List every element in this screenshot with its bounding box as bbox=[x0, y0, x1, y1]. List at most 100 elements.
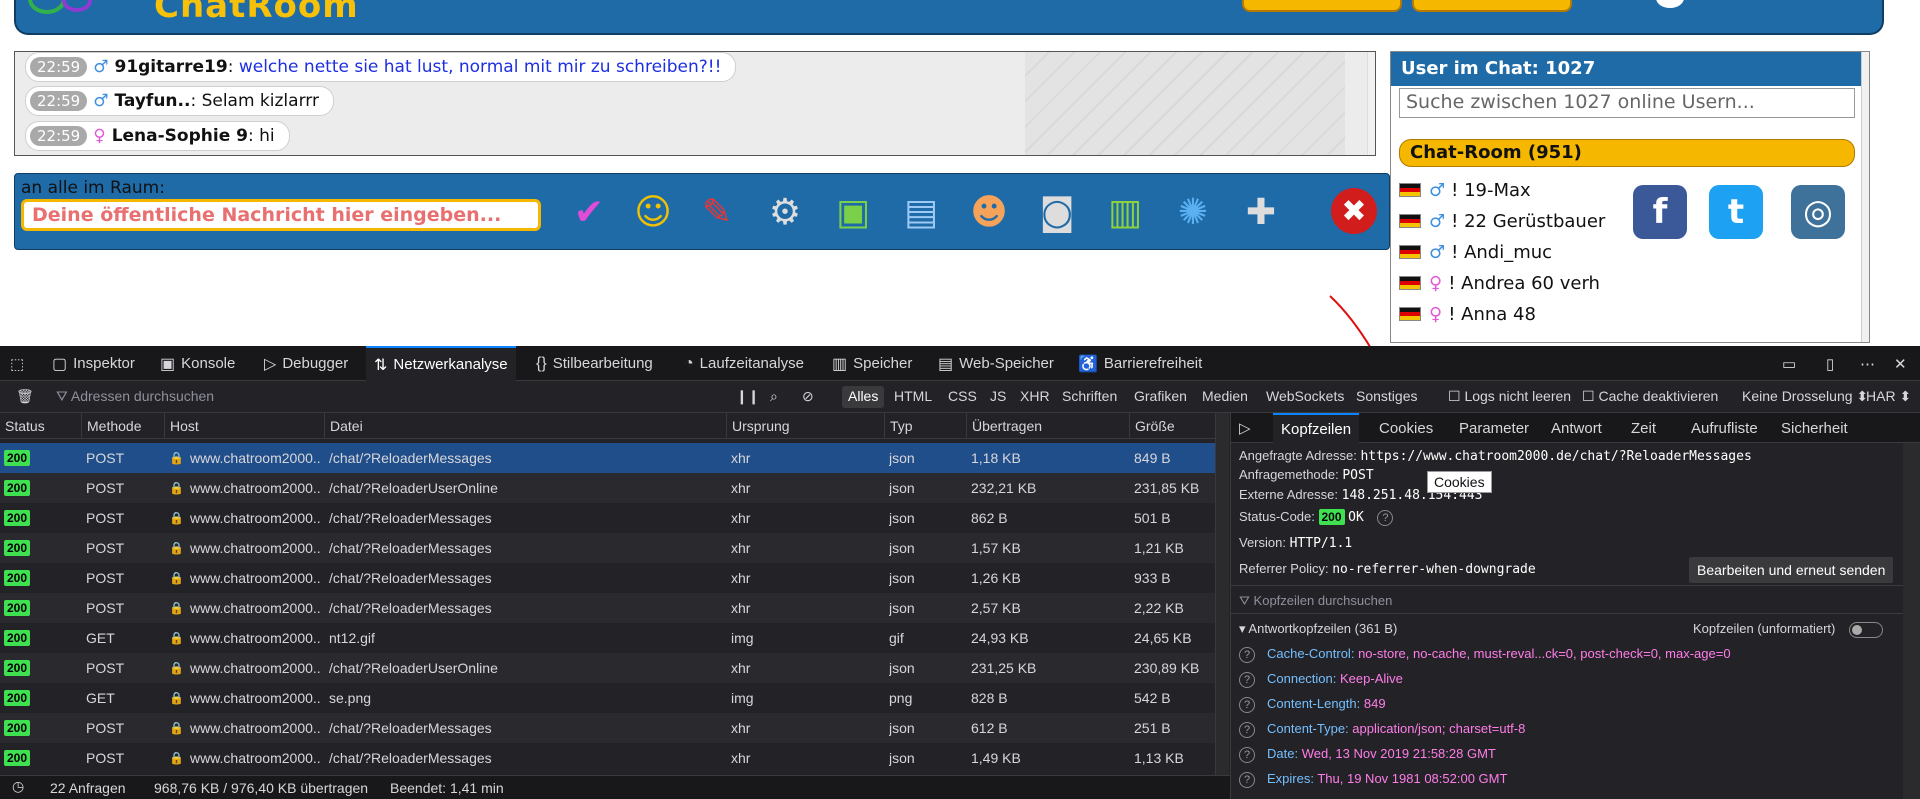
request-url[interactable]: https://www.chatroom2000.de/chat/?Reload… bbox=[1360, 449, 1751, 464]
filter-css[interactable]: CSS bbox=[942, 386, 983, 408]
help-icon[interactable]: ? bbox=[1239, 672, 1255, 688]
twitter-icon[interactable]: t bbox=[1709, 185, 1763, 239]
tab-headers[interactable]: Kopfzeilen bbox=[1273, 413, 1360, 443]
tab-debugger[interactable]: ▷ Debugger bbox=[264, 346, 348, 381]
facebook-icon[interactable]: f bbox=[1633, 185, 1687, 239]
help-icon[interactable]: ? bbox=[1239, 697, 1255, 713]
network-icon[interactable]: ✺ bbox=[1167, 188, 1219, 236]
message-input[interactable]: Deine öffentliche Nachricht hier eingebe… bbox=[21, 199, 541, 231]
help-icon[interactable]: ? bbox=[1377, 510, 1394, 526]
notes-icon[interactable]: ▤ bbox=[895, 188, 947, 236]
headers-filter-input[interactable]: ⛛ Kopfzeilen durchsuchen bbox=[1239, 593, 1392, 609]
table-row[interactable]: 200 POST 🔒 www.chatroom2000... /chat/?Reload… bbox=[0, 443, 1215, 473]
table-row[interactable]: 200 POST 🔒 www.chatroom2000... /chat/?Reload… bbox=[0, 533, 1215, 563]
url-filter-input[interactable]: ⛛ Adressen durchsuchen bbox=[50, 386, 710, 408]
user-list-item[interactable]: ♀! Andrea 60 verh bbox=[1399, 268, 1859, 298]
messages-scrollbar[interactable] bbox=[1367, 52, 1375, 155]
close-icon[interactable]: ✖ bbox=[1331, 188, 1377, 234]
tab-storage[interactable]: ▤ Web-Speicher bbox=[938, 346, 1054, 381]
filter-images[interactable]: Grafiken bbox=[1128, 386, 1193, 408]
friends-icon[interactable]: ☻ bbox=[963, 188, 1015, 236]
search-icon[interactable]: ⌕ bbox=[764, 386, 784, 408]
tab-timings[interactable]: Zeit bbox=[1631, 413, 1656, 443]
toggle-switch[interactable] bbox=[1848, 621, 1883, 638]
basket-icon[interactable]: ▥ bbox=[1099, 188, 1151, 236]
col-method[interactable]: Methode bbox=[82, 413, 165, 439]
more-icon[interactable]: ⋯ bbox=[1860, 346, 1875, 381]
col-size[interactable]: Größe bbox=[1130, 413, 1215, 439]
table-row[interactable]: 200 POST 🔒 www.chatroom2000... /chat/?Reload… bbox=[0, 713, 1215, 743]
block-icon[interactable]: ⊘ bbox=[796, 386, 820, 408]
page-scrollbar[interactable] bbox=[1870, 51, 1920, 343]
filter-all[interactable]: Alles bbox=[842, 386, 885, 408]
details-scrollbar[interactable] bbox=[1903, 443, 1920, 799]
message-nick[interactable]: 91gitarre19 bbox=[114, 57, 227, 77]
col-transferred[interactable]: Übertragen bbox=[967, 413, 1130, 439]
filter-js[interactable]: JS bbox=[984, 386, 1012, 408]
tab-cookies[interactable]: Cookies bbox=[1379, 413, 1433, 443]
userlist-scrollbar[interactable] bbox=[1861, 52, 1869, 342]
message-nick[interactable]: Tayfun.. bbox=[114, 91, 190, 111]
filter-xhr[interactable]: XHR bbox=[1014, 386, 1056, 408]
user-list-item[interactable]: ♀! Anna 48 bbox=[1399, 299, 1859, 329]
gear-icon[interactable]: ⚙ bbox=[759, 188, 811, 236]
col-type[interactable]: Typ bbox=[885, 413, 967, 439]
dock-icon[interactable]: ▯ bbox=[1826, 346, 1834, 381]
table-row[interactable]: 200 POST 🔒 www.chatroom2000... /chat/?Reload… bbox=[0, 743, 1215, 773]
table-scrollbar[interactable] bbox=[1215, 413, 1229, 775]
table-row[interactable]: 200 POST 🔒 www.chatroom2000... /chat/?Reload… bbox=[0, 653, 1215, 683]
header-button[interactable] bbox=[1242, 0, 1402, 12]
filter-media[interactable]: Medien bbox=[1196, 386, 1254, 408]
room-header[interactable]: Chat-Room (951) bbox=[1399, 139, 1855, 167]
col-file[interactable]: Datei bbox=[325, 413, 727, 439]
tab-console[interactable]: ▣ Konsole bbox=[160, 346, 235, 381]
col-origin[interactable]: Ursprung bbox=[727, 413, 885, 439]
filter-websockets[interactable]: WebSockets bbox=[1260, 386, 1350, 408]
edit-resend-button[interactable]: Bearbeiten und erneut senden bbox=[1689, 557, 1894, 583]
table-row[interactable]: 200 POST 🔒 www.chatroom2000... /chat/?Reload… bbox=[0, 563, 1215, 593]
table-row[interactable]: 200 GET 🔒 www.chatroom2000... se.png img png 82… bbox=[0, 683, 1215, 713]
persist-logs-checkbox[interactable]: ☐ Logs nicht leeren bbox=[1442, 386, 1577, 408]
profile-icon[interactable]: ▣ bbox=[827, 188, 879, 236]
help-icon[interactable]: ? bbox=[1239, 772, 1255, 788]
close-devtools-icon[interactable]: ✕ bbox=[1894, 346, 1907, 381]
tab-stack[interactable]: Aufrufliste bbox=[1691, 413, 1758, 443]
tab-response[interactable]: Antwort bbox=[1551, 413, 1602, 443]
instagram-icon[interactable]: ◎ bbox=[1791, 185, 1845, 239]
tab-accessibility[interactable]: ♿ Barrierefreiheit bbox=[1078, 346, 1202, 381]
user-list-item[interactable]: ♂! 19-Max bbox=[1399, 175, 1859, 205]
filter-fonts[interactable]: Schriften bbox=[1056, 386, 1123, 408]
filter-other[interactable]: Sonstiges bbox=[1350, 386, 1423, 408]
toggle-panel-icon[interactable]: ▷ bbox=[1239, 413, 1251, 443]
user-search-input[interactable]: Suche zwischen 1027 online Usern... bbox=[1399, 88, 1855, 118]
filter-html[interactable]: HTML bbox=[888, 386, 938, 408]
gamepad-icon[interactable]: ✚ bbox=[1235, 188, 1287, 236]
help-icon[interactable]: ? bbox=[1239, 647, 1255, 663]
response-headers-toggle[interactable]: ▾ Antwortkopfzeilen (361 B) bbox=[1239, 621, 1397, 637]
help-icon[interactable]: ? bbox=[1239, 747, 1255, 763]
tab-network[interactable]: ⇅ Netzwerkanalyse bbox=[366, 346, 516, 381]
header-button-secondary[interactable] bbox=[1412, 0, 1572, 12]
help-icon[interactable]: ? bbox=[1239, 722, 1255, 738]
table-row[interactable]: 200 POST 🔒 www.chatroom2000... /chat/?Reload… bbox=[0, 593, 1215, 623]
paint-icon[interactable]: ✎ bbox=[691, 188, 743, 236]
trash-icon[interactable]: 🗑 bbox=[10, 386, 40, 408]
table-row[interactable]: 200 POST 🔒 www.chatroom2000... /chat/?Reload… bbox=[0, 503, 1215, 533]
raw-headers-toggle[interactable]: Kopfzeilen (unformatiert) bbox=[1693, 621, 1883, 638]
tab-performance[interactable]: ◔ Laufzeitanalyse bbox=[684, 346, 804, 381]
checkmark-icon[interactable]: ✔ bbox=[563, 188, 615, 236]
camera-icon[interactable]: ◙ bbox=[1031, 188, 1083, 236]
tab-memory[interactable]: ▥ Speicher bbox=[832, 346, 912, 381]
user-list-item[interactable]: ♂! 22 Gerüstbauer bbox=[1399, 206, 1859, 236]
tab-params[interactable]: Parameter bbox=[1459, 413, 1529, 443]
element-picker-icon[interactable]: ⬚ bbox=[10, 346, 24, 381]
responsive-icon[interactable]: ▭ bbox=[1782, 346, 1796, 381]
col-status[interactable]: Status bbox=[0, 413, 82, 439]
tab-inspector[interactable]: ▢ Inspektor bbox=[52, 346, 135, 381]
table-row[interactable]: 200 GET 🔒 www.chatroom2000... nt12.gif img gif… bbox=[0, 623, 1215, 653]
har-select[interactable]: HAR ⬍ bbox=[1860, 386, 1917, 408]
table-row[interactable]: 200 POST 🔒 www.chatroom2000... /chat/?Reload… bbox=[0, 473, 1215, 503]
user-list-item[interactable]: ♂! Andi_muc bbox=[1399, 237, 1859, 267]
message-nick[interactable]: Lena-Sophie 9 bbox=[112, 126, 248, 146]
tab-styles[interactable]: {} Stilbearbeitung bbox=[536, 346, 653, 381]
